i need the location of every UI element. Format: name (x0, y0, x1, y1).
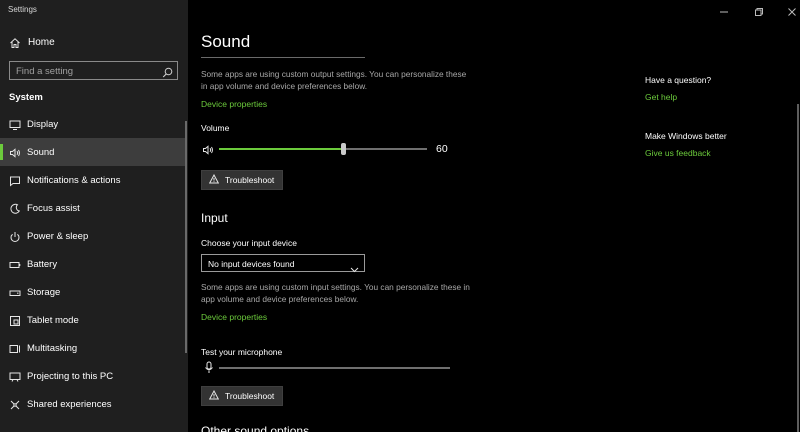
tablet-mode-icon (9, 314, 21, 332)
main-content: Sound Some apps are using custom output … (188, 0, 800, 432)
volume-speaker-icon[interactable] (202, 143, 214, 161)
sidebar-item-label: Multitasking (27, 343, 78, 354)
close-button[interactable] (787, 4, 797, 22)
warning-icon (208, 387, 220, 405)
sidebar-item-notifications[interactable]: Notifications & actions (0, 166, 186, 194)
title-divider (201, 57, 365, 58)
display-icon (9, 118, 21, 136)
chevron-down-icon (350, 260, 359, 278)
search-icon[interactable] (162, 65, 173, 83)
feedback-heading: Make Windows better (645, 131, 727, 141)
input-device-value: No input devices found (208, 258, 295, 269)
sidebar-scrollbar[interactable] (185, 121, 187, 353)
minimize-button[interactable] (719, 4, 729, 22)
other-sound-options-heading: Other sound options (201, 424, 310, 432)
troubleshoot-label: Troubleshoot (225, 175, 275, 185)
section-label: System (9, 92, 43, 103)
output-description: Some apps are using custom output settin… (201, 69, 467, 91)
shared-experiences-icon (9, 398, 21, 416)
sidebar-item-label: Notifications & actions (27, 175, 121, 186)
help-heading: Have a question? (645, 75, 712, 85)
volume-label: Volume (201, 123, 230, 133)
volume-slider-fill (219, 148, 344, 150)
volume-slider-thumb[interactable] (341, 143, 347, 155)
output-device-properties-link[interactable]: Device properties (201, 99, 267, 109)
sidebar-item-label: Focus assist (27, 203, 80, 214)
restore-button[interactable] (754, 4, 764, 22)
sidebar-item-label: Display (27, 119, 59, 130)
sidebar-item-label: Storage (27, 287, 61, 298)
sidebar: Settings Home Find a setting System Disp… (0, 0, 188, 432)
sidebar-item-label: Shared experiences (27, 399, 112, 410)
sidebar-item-multitasking[interactable]: Multitasking (0, 334, 186, 362)
sidebar-home[interactable]: Home (0, 32, 188, 54)
storage-icon (9, 286, 21, 304)
sidebar-item-sound[interactable]: Sound (0, 138, 186, 166)
multitasking-icon (9, 342, 21, 360)
get-help-link[interactable]: Get help (645, 92, 677, 102)
focus-assist-icon (9, 202, 21, 220)
warning-icon (208, 171, 220, 189)
speaker-icon (9, 146, 21, 164)
volume-value: 60 (436, 143, 448, 155)
window-title: Settings (8, 5, 37, 14)
sidebar-item-storage[interactable]: Storage (0, 278, 186, 306)
microphone-icon (204, 361, 214, 379)
microphone-level-bar (219, 367, 450, 369)
projecting-icon (9, 370, 21, 388)
sidebar-item-shared-experiences[interactable]: Shared experiences (0, 390, 186, 418)
troubleshoot-button[interactable]: Troubleshoot (201, 170, 283, 190)
battery-icon (9, 258, 21, 276)
sidebar-item-display[interactable]: Display (0, 110, 186, 138)
mic-test-label: Test your microphone (201, 347, 283, 357)
sidebar-item-label: Tablet mode (27, 315, 79, 326)
input-device-label: Choose your input device (201, 238, 297, 248)
give-feedback-link[interactable]: Give us feedback (645, 148, 711, 158)
sidebar-item-projecting[interactable]: Projecting to this PC (0, 362, 186, 390)
input-device-dropdown[interactable]: No input devices found (201, 254, 365, 273)
sidebar-item-tablet-mode[interactable]: Tablet mode (0, 306, 186, 334)
input-device-properties-link[interactable]: Device properties (201, 312, 267, 322)
sidebar-item-focus-assist[interactable]: Focus assist (0, 194, 186, 222)
page-title: Sound (201, 32, 251, 51)
sidebar-item-battery[interactable]: Battery (0, 250, 186, 278)
sidebar-item-power-sleep[interactable]: Power & sleep (0, 222, 186, 250)
mic-troubleshoot-label: Troubleshoot (225, 391, 275, 401)
search-input[interactable]: Find a setting (9, 61, 178, 80)
main-scrollbar[interactable] (797, 104, 799, 432)
search-placeholder: Find a setting (16, 66, 74, 77)
power-icon (9, 230, 21, 248)
sidebar-item-label: Sound (27, 147, 55, 158)
input-description: Some apps are using custom input setting… (201, 282, 470, 304)
mic-troubleshoot-button[interactable]: Troubleshoot (201, 386, 283, 406)
sidebar-item-label: Power & sleep (27, 231, 89, 242)
notifications-icon (9, 174, 21, 192)
sidebar-item-label: Projecting to this PC (27, 371, 114, 382)
home-icon (9, 36, 21, 54)
sidebar-item-label: Battery (27, 259, 58, 270)
input-heading: Input (201, 211, 228, 225)
volume-slider[interactable] (219, 143, 427, 155)
sidebar-home-label: Home (28, 37, 55, 48)
